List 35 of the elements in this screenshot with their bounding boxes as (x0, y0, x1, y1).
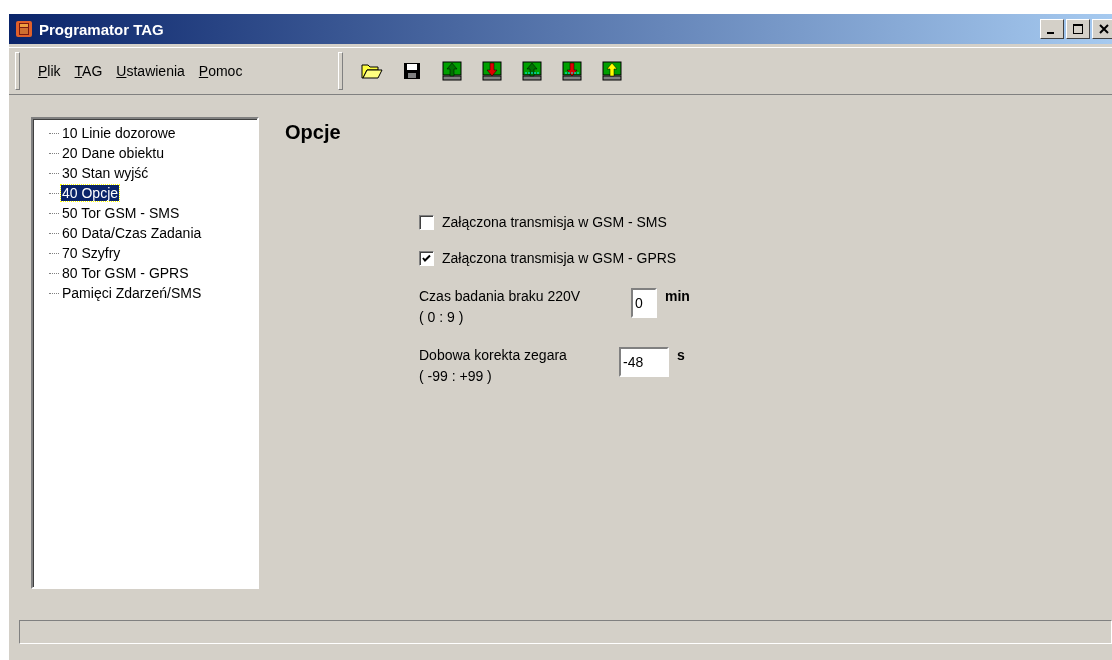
minimize-icon (1047, 31, 1054, 34)
field-label: Dobowa korekta zegara (419, 347, 567, 363)
window-title: Programator TAG (39, 20, 165, 38)
range-hint: ( -99 : +99 ) (419, 368, 492, 384)
checkbox[interactable] (419, 214, 434, 230)
tree-item[interactable]: 30 Stan wyjść (61, 165, 150, 181)
unit-label: s (677, 347, 685, 363)
tree-item[interactable]: 20 Dane obiektu (61, 145, 165, 161)
minimize-button[interactable] (1040, 19, 1064, 39)
tree-item[interactable]: 60 Data/Czas Zadania (61, 225, 203, 241)
section-heading: Opcje (285, 121, 342, 144)
field-label: Czas badania braku 220V (419, 288, 581, 304)
range-hint: ( 0 : 9 ) (419, 309, 464, 325)
maximize-icon (1073, 24, 1083, 34)
menu-item[interactable]: Ustawienia (116, 63, 185, 79)
maximize-button[interactable] (1066, 19, 1090, 39)
tree-item[interactable]: 10 Linie dozorowe (61, 125, 177, 141)
calculator-icon (15, 20, 33, 38)
close-button[interactable] (1092, 19, 1112, 39)
tree-item[interactable]: 80 Tor GSM - GPRS (61, 265, 190, 281)
tree-item[interactable]: Pamięci Zdarzeń/SMS (61, 285, 203, 301)
tree-item[interactable]: 40 Opcje (61, 185, 120, 201)
check-icon (422, 253, 431, 263)
menu-item[interactable]: Plik (38, 63, 61, 79)
number-field[interactable]: -48 (619, 347, 669, 377)
number-field[interactable]: 0 (631, 288, 657, 318)
checkbox[interactable] (419, 250, 434, 266)
unit-label: min (665, 288, 690, 304)
menu-item[interactable]: Pomoc (198, 63, 243, 79)
menu-item[interactable]: TAG (74, 63, 103, 79)
checkbox-label: Załączona transmisja w GSM - SMS (442, 214, 667, 230)
checkbox-label: Załączona transmisja w GSM - GPRS (442, 250, 677, 266)
tree-item[interactable]: 70 Szyfry (61, 245, 122, 261)
tree-item[interactable]: 50 Tor GSM - SMS (61, 205, 181, 221)
close-icon (1099, 24, 1109, 34)
